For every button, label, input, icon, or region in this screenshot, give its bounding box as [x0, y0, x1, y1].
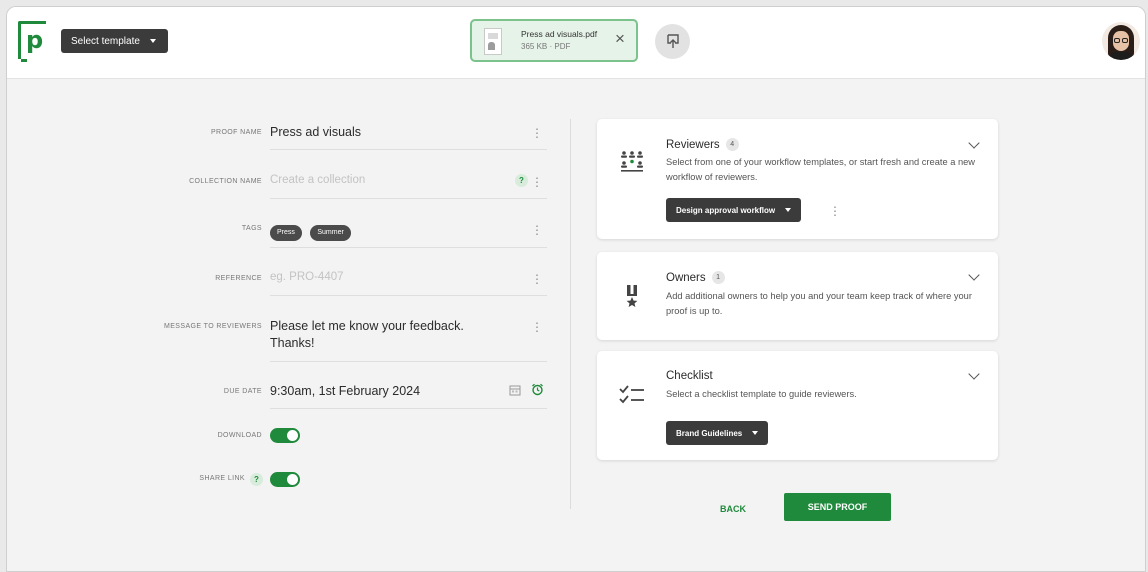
chevron-down-icon[interactable] [968, 368, 980, 380]
collection-name-label: COLLECTION NAME [189, 178, 262, 185]
back-button[interactable]: BACK [711, 497, 755, 521]
logo-icon[interactable]: p [18, 21, 46, 62]
help-icon[interactable]: ? [250, 473, 263, 486]
reference-input[interactable]: eg. PRO-4407 [270, 271, 344, 283]
owners-card[interactable]: Owners 1 Add additional owners to help y… [597, 252, 998, 340]
tags-label: TAGS [241, 225, 262, 232]
alarm-clock-icon[interactable] [531, 383, 544, 396]
share-link-label: SHARE LINK [199, 475, 245, 482]
more-vertical-icon[interactable]: ⋮ [531, 127, 543, 139]
checklist-description: Select a checklist template to guide rev… [666, 389, 857, 399]
more-vertical-icon[interactable]: ⋮ [829, 205, 841, 217]
upload-button[interactable] [655, 24, 690, 59]
message-label: MESSAGE TO REVIEWERS [164, 323, 262, 330]
logo-letter: p [26, 26, 44, 54]
file-name: Press ad visuals.pdf [521, 29, 598, 39]
workflow-select-button[interactable]: Design approval workflow [666, 198, 802, 222]
chevron-down-icon[interactable] [968, 137, 980, 149]
column-divider [570, 119, 571, 509]
reviewers-count-badge: 4 [725, 138, 739, 151]
more-vertical-icon[interactable]: ⋮ [531, 176, 543, 188]
pdf-thumbnail-icon [484, 28, 502, 55]
reference-row: REFERENCE eg. PRO-4407 ⋮ [157, 271, 547, 301]
reviewers-card[interactable]: Reviewers 4 Select from one of your work… [597, 119, 998, 239]
select-template-label: Select template [71, 35, 140, 47]
reviewers-description: Select from one of your workflow templat… [666, 157, 976, 182]
tags-row: TAGS Press Summer ⋮ [157, 220, 547, 250]
message-line-2[interactable]: Thanks! [270, 336, 314, 350]
proof-name-label: PROOF NAME [210, 129, 262, 136]
more-vertical-icon[interactable]: ⋮ [531, 224, 543, 236]
caret-down-icon [752, 431, 759, 435]
collection-name-row: COLLECTION NAME Create a collection ? ⋮ [157, 174, 547, 204]
owners-description: Add additional owners to help you and yo… [666, 291, 972, 316]
message-row: MESSAGE TO REVIEWERS Please let me know … [157, 319, 547, 367]
checklist-title: Checklist [666, 370, 713, 382]
share-link-row: SHARE LINK ? [157, 472, 547, 492]
calendar-icon[interactable] [509, 384, 521, 396]
tag-press[interactable]: Press [270, 225, 302, 241]
select-template-button[interactable]: Select template [61, 29, 168, 53]
award-icon [617, 281, 647, 311]
download-toggle[interactable] [270, 428, 300, 443]
file-meta: 365 KB · PDF [521, 42, 571, 51]
checklist-card[interactable]: Checklist Select a checklist template to… [597, 351, 998, 460]
send-proof-button[interactable]: SEND PROOF [784, 493, 891, 521]
top-bar: p Select template Press ad visuals.pdf 3… [7, 7, 1145, 79]
more-vertical-icon[interactable]: ⋮ [531, 273, 543, 285]
close-icon[interactable]: × [615, 29, 625, 49]
tag-summer[interactable]: Summer [310, 225, 351, 241]
tag-list: Press Summer [270, 221, 355, 241]
attached-file-chip[interactable]: Press ad visuals.pdf 365 KB · PDF × [470, 19, 638, 62]
upload-icon [666, 34, 679, 48]
due-date-input[interactable]: 9:30am, 1st February 2024 [270, 384, 420, 398]
share-link-toggle[interactable] [270, 472, 300, 487]
reviewers-icon [617, 147, 647, 177]
proof-name-input[interactable]: Press ad visuals [270, 125, 361, 139]
help-icon[interactable]: ? [515, 174, 528, 187]
proof-name-row: PROOF NAME Press ad visuals ⋮ [157, 125, 547, 155]
message-line-1[interactable]: Please let me know your feedback. [270, 319, 464, 333]
workflow-select-label: Design approval workflow [676, 205, 776, 215]
owners-title: Owners 1 [666, 271, 725, 284]
owners-count-badge: 1 [711, 271, 725, 284]
more-vertical-icon[interactable]: ⋮ [531, 321, 543, 333]
reference-label: REFERENCE [215, 275, 262, 282]
due-date-row: DUE DATE 9:30am, 1st February 2024 [157, 383, 547, 414]
due-date-label: DUE DATE [223, 388, 262, 395]
reviewers-title: Reviewers 4 [666, 138, 739, 151]
download-row: DOWNLOAD [157, 428, 547, 448]
user-avatar[interactable] [1102, 22, 1140, 60]
caret-down-icon [785, 208, 792, 212]
download-label: DOWNLOAD [217, 432, 262, 439]
checklist-select-label: Brand Guidelines [676, 428, 743, 438]
caret-down-icon [149, 39, 156, 43]
checklist-icon [617, 380, 647, 410]
checklist-select-button[interactable]: Brand Guidelines [666, 421, 769, 445]
chevron-down-icon[interactable] [968, 269, 980, 281]
collection-name-input[interactable]: Create a collection [270, 174, 365, 186]
app-window: p Select template Press ad visuals.pdf 3… [6, 6, 1146, 572]
